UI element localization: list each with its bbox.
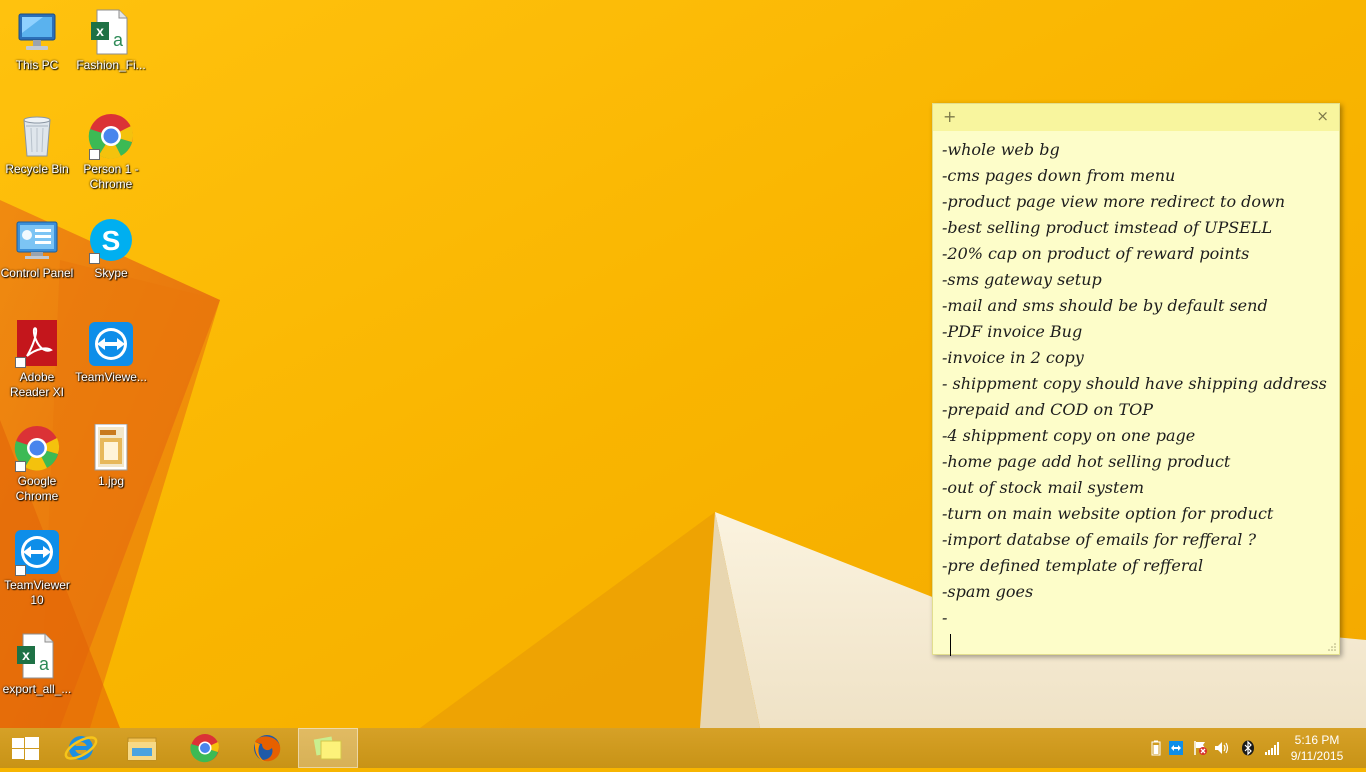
svg-text:a: a	[113, 30, 124, 50]
note-line: -spam goes	[942, 582, 1034, 601]
adobe-reader-icon	[13, 320, 61, 368]
note-line: -invoice in 2 copy	[942, 348, 1084, 367]
desktop-icon-label: This PC	[15, 58, 59, 72]
note-line: -cms pages down from menu	[942, 166, 1176, 185]
desktop-icon-teamviewer[interactable]: TeamViewe...	[74, 320, 148, 385]
sticky-note-title-bar[interactable]: + ×	[933, 104, 1339, 131]
chrome-icon	[13, 424, 61, 472]
taskbar-google-chrome[interactable]	[174, 728, 234, 768]
desktop-icon-label: Google Chrome	[15, 474, 59, 503]
desktop-icon-label: TeamViewe...	[75, 370, 147, 384]
recycle-bin-icon	[13, 112, 61, 160]
battery-icon[interactable]	[1148, 740, 1164, 756]
folder-icon	[127, 737, 157, 761]
shortcut-arrow-icon	[89, 149, 100, 160]
image-file-icon	[87, 423, 135, 472]
volume-icon[interactable]	[1214, 740, 1230, 756]
note-line: -turn on main website option for product	[942, 504, 1274, 523]
note-line: -sms gateway setup	[942, 270, 1102, 289]
note-line: -best selling product imstead of UPSELL	[942, 218, 1273, 237]
shortcut-arrow-icon	[15, 357, 26, 368]
firefox-icon	[254, 735, 281, 762]
desktop-icon-fashion-file[interactable]: x a Fashion_Fi...	[74, 8, 148, 73]
note-line: -	[942, 608, 948, 627]
sticky-notes-icon	[313, 736, 342, 760]
desktop-icon-label: Skype	[94, 266, 128, 280]
desktop-icon-adobe-reader[interactable]: Adobe Reader XI	[0, 320, 74, 400]
desktop-icon-label: Control Panel	[0, 266, 74, 280]
note-line: -prepaid and COD on TOP	[942, 400, 1154, 419]
shortcut-arrow-icon	[15, 565, 26, 576]
desktop-icon-person1-chrome[interactable]: Person 1 - Chrome	[74, 112, 148, 192]
desktop-icon-teamviewer-10[interactable]: TeamViewer 10	[0, 528, 74, 608]
note-line: -mail and sms should be by default send	[942, 296, 1268, 315]
taskbar-sticky-notes[interactable]	[298, 728, 358, 768]
desktop-icon-label: export_all_...	[2, 682, 72, 696]
bluetooth-icon[interactable]	[1240, 740, 1256, 756]
clock[interactable]: 5:16 PM 9/11/2015	[1282, 732, 1352, 764]
sticky-note-text-area[interactable]: -whole web bg -cms pages down from menu …	[933, 131, 1339, 656]
desktop-icon-label: 1.jpg	[97, 474, 125, 488]
shortcut-arrow-icon	[15, 461, 26, 472]
taskbar-internet-explorer[interactable]	[50, 728, 110, 768]
note-line: -4 shippment copy on one page	[942, 426, 1196, 445]
note-line: -home page add hot selling product	[942, 452, 1231, 471]
note-line: -product page view more redirect to down	[942, 192, 1286, 211]
internet-explorer-icon	[64, 736, 98, 760]
this-pc-icon	[13, 8, 61, 56]
clock-date: 9/11/2015	[1290, 749, 1344, 763]
excel-file-icon: x a	[13, 632, 61, 680]
note-line: -20% cap on product of reward points	[942, 244, 1250, 263]
sticky-note-window[interactable]: + × -whole web bg -cms pages down from m…	[932, 103, 1340, 656]
teamviewer-icon	[87, 320, 135, 368]
teamviewer-icon	[13, 528, 61, 576]
skype-icon: S	[87, 216, 135, 264]
control-panel-icon	[13, 216, 61, 264]
desktop-icon-label: Adobe Reader XI	[9, 370, 65, 399]
network-signal-icon[interactable]	[1264, 740, 1280, 756]
note-line: -PDF invoice Bug	[942, 322, 1083, 341]
desktop-icon-export-all[interactable]: x a export_all_...	[0, 632, 74, 697]
new-note-button[interactable]: +	[943, 107, 956, 126]
chrome-icon	[190, 734, 219, 763]
desktop-icon-label: TeamViewer 10	[4, 578, 70, 607]
desktop-icon-this-pc[interactable]: This PC	[0, 8, 74, 73]
desktop-icon-google-chrome[interactable]: Google Chrome	[0, 424, 74, 504]
desktop-icon-skype[interactable]: S Skype	[74, 216, 148, 281]
desktop-icon-label: Fashion_Fi...	[76, 58, 146, 72]
svg-text:x: x	[22, 647, 30, 663]
text-caret	[950, 634, 951, 656]
note-line: -out of stock mail system	[942, 478, 1145, 497]
note-line: -whole web bg	[942, 140, 1060, 159]
desktop-icon-label: Person 1 - Chrome	[83, 162, 139, 191]
delete-note-button[interactable]: ×	[1316, 107, 1329, 125]
desktop-icon-label: Recycle Bin	[5, 162, 69, 176]
desktop-icon-1jpg[interactable]: 1.jpg	[74, 423, 148, 489]
note-line: - shippment copy should have shipping ad…	[942, 374, 1327, 393]
taskbar-firefox[interactable]	[236, 728, 296, 768]
clock-time: 5:16 PM	[1294, 733, 1340, 747]
excel-file-icon: x a	[87, 8, 135, 56]
note-line: -import databse of emails for refferal ?	[942, 530, 1257, 549]
svg-text:S: S	[102, 225, 121, 256]
teamviewer-tray-icon[interactable]	[1168, 740, 1184, 756]
svg-text:x: x	[96, 23, 104, 39]
svg-text:a: a	[39, 654, 50, 674]
taskbar: 5:16 PM 9/11/2015	[0, 728, 1366, 768]
taskbar-file-explorer[interactable]	[112, 728, 172, 768]
chrome-icon	[87, 112, 135, 160]
desktop-icon-control-panel[interactable]: Control Panel	[0, 216, 74, 281]
action-center-flag-icon[interactable]	[1192, 740, 1208, 756]
note-line: -pre defined template of refferal	[942, 556, 1204, 575]
resize-grip-icon[interactable]	[1328, 643, 1336, 651]
shortcut-arrow-icon	[89, 253, 100, 264]
desktop-icon-recycle-bin[interactable]: Recycle Bin	[0, 112, 74, 177]
